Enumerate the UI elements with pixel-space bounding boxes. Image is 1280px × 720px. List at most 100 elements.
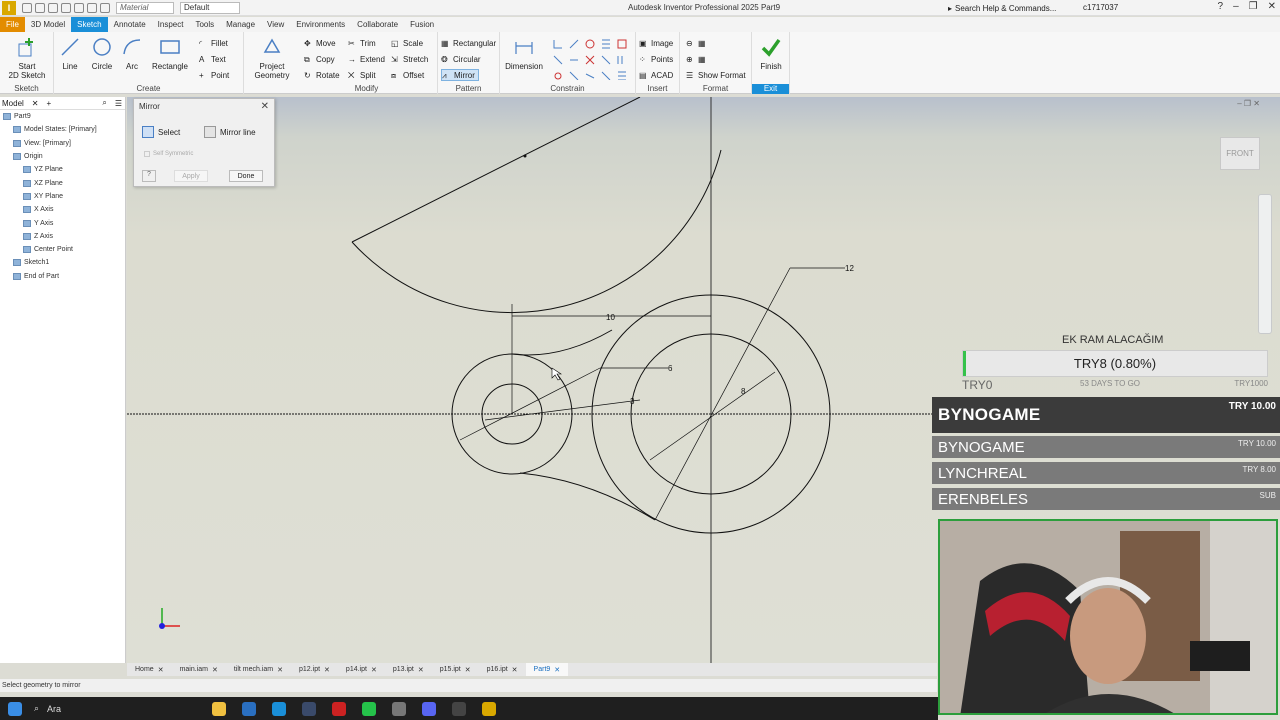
canvas-window-controls[interactable]: – ❐ ✕ [1237, 99, 1260, 108]
tree-item[interactable]: Sketch1 [0, 256, 125, 269]
doc-tab[interactable]: p13.ipt ✕ [385, 663, 432, 676]
obs-icon[interactable] [452, 701, 466, 716]
stretch-button[interactable]: ⇲ Stretch [391, 53, 428, 65]
settings-icon[interactable] [392, 701, 406, 716]
help-button[interactable]: ? [142, 170, 156, 182]
inventor-taskbar-icon[interactable] [482, 701, 496, 716]
tree-item[interactable]: End of Part [0, 270, 125, 283]
point-button[interactable]: + Point [199, 69, 229, 81]
edge-icon[interactable] [272, 701, 286, 716]
project-geometry-button[interactable]: Project Geometry [250, 36, 294, 80]
tree-item[interactable]: Center Point [0, 243, 125, 256]
maximize-icon[interactable]: ❐ [1249, 1, 1258, 12]
finish-sketch-button[interactable]: Finish [752, 36, 790, 71]
image-button[interactable]: ▣ Image [639, 37, 673, 49]
close-panel-icon[interactable]: ✕ [32, 99, 39, 108]
close-tab-icon[interactable]: ✕ [371, 666, 377, 674]
large-arc[interactable] [351, 149, 722, 314]
dim-3-label[interactable]: 3 [630, 397, 635, 406]
tree-item[interactable]: X Axis [0, 203, 125, 216]
tree-item[interactable]: YZ Plane [0, 163, 125, 176]
tab-3d-model[interactable]: 3D Model [25, 17, 71, 32]
close-icon[interactable]: ✕ [1268, 1, 1276, 12]
format-toggle-buttons[interactable]: ⊖ ▦ [686, 37, 707, 49]
close-tab-icon[interactable]: ✕ [212, 666, 218, 674]
upper-link-arc[interactable] [511, 329, 613, 356]
windows-start-icon[interactable] [8, 701, 22, 716]
close-tab-icon[interactable]: ✕ [277, 666, 283, 674]
model-tab[interactable]: Model [2, 99, 24, 108]
scale-button[interactable]: ◱ Scale [391, 37, 423, 49]
dialog-close-icon[interactable]: ✕ [261, 101, 269, 112]
split-button[interactable]: ⨉ Split [348, 69, 376, 81]
move-button[interactable]: ✥ Move [304, 37, 336, 49]
tab-sketch[interactable]: Sketch [71, 17, 108, 32]
doc-tab[interactable]: p12.ipt ✕ [291, 663, 338, 676]
doc-tab[interactable]: Part9 ✕ [525, 663, 569, 676]
redo-icon[interactable] [74, 2, 84, 13]
opera-icon[interactable] [332, 701, 346, 716]
tangent-line[interactable] [351, 97, 641, 243]
acad-button[interactable]: ▤ ACAD [639, 69, 673, 81]
close-tab-icon[interactable]: ✕ [158, 666, 164, 674]
dim-8-label[interactable]: 8 [741, 387, 746, 396]
save-icon[interactable] [48, 2, 58, 13]
select-button[interactable]: Select [142, 126, 180, 138]
close-tab-icon[interactable]: ✕ [512, 666, 518, 674]
text-button[interactable]: A Text [199, 53, 226, 65]
dim-12-label[interactable]: 12 [845, 264, 854, 273]
undo-icon[interactable] [61, 2, 71, 13]
close-tab-icon[interactable]: ✕ [418, 666, 424, 674]
file-explorer-icon[interactable] [212, 701, 226, 716]
doc-tab[interactable]: main.iam ✕ [172, 663, 226, 676]
self-symmetric-checkbox[interactable]: Self Symmetric [144, 151, 193, 157]
tree-item[interactable]: XY Plane [0, 190, 125, 203]
discord-icon[interactable] [422, 701, 436, 716]
tab-annotate[interactable]: Annotate [108, 17, 152, 32]
rectangular-pattern-button[interactable]: ▦ Rectangular [441, 37, 496, 49]
arc-button[interactable]: Arc [112, 36, 152, 71]
done-button[interactable]: Done [229, 170, 263, 182]
search-icon[interactable]: ⌕ [102, 98, 106, 108]
tree-item[interactable]: Z Axis [0, 230, 125, 243]
doc-tab[interactable]: Home ✕ [127, 663, 172, 676]
tree-item[interactable]: View: [Primary] [0, 137, 125, 150]
rotate-button[interactable]: ↻ Rotate [304, 69, 340, 81]
doc-tab[interactable]: p16.ipt ✕ [479, 663, 526, 676]
tree-item[interactable]: Y Axis [0, 216, 125, 229]
offset-button[interactable]: ⧈ Offset [391, 69, 424, 81]
tab-fusion[interactable]: Fusion [404, 17, 440, 32]
lower-link-arc[interactable] [519, 472, 656, 521]
apply-button[interactable]: Apply [174, 170, 208, 182]
close-tab-icon[interactable]: ✕ [554, 666, 560, 674]
dim-10-label[interactable]: 10 [606, 313, 615, 322]
update-icon[interactable] [100, 2, 110, 13]
steam-icon[interactable] [302, 701, 316, 716]
help-search[interactable]: ▸ Search Help & Commands... [948, 2, 1073, 14]
appearance-select[interactable]: Default [180, 1, 240, 14]
open-icon[interactable] [35, 2, 45, 13]
tab-file[interactable]: File [0, 17, 25, 32]
circular-pattern-button[interactable]: ❂ Circular [441, 53, 481, 65]
viewcube[interactable]: FRONT [1220, 137, 1260, 170]
close-tab-icon[interactable]: ✕ [465, 666, 471, 674]
sketch-point[interactable] [523, 154, 527, 158]
fillet-button[interactable]: ◜ Fillet [199, 37, 228, 49]
material-select[interactable]: Material [116, 1, 174, 14]
minimize-icon[interactable]: – [1233, 1, 1239, 12]
tab-collaborate[interactable]: Collaborate [351, 17, 404, 32]
rectangle-button[interactable]: Rectangle [150, 36, 190, 71]
start-2d-sketch-button[interactable]: Start 2D Sketch [6, 36, 48, 80]
tree-item[interactable]: Origin [0, 150, 125, 163]
add-panel-icon[interactable]: + [47, 99, 52, 108]
doc-tab[interactable]: tilt mech.iam ✕ [226, 663, 291, 676]
mirror-button[interactable]: ⩘ Mirror [441, 69, 479, 81]
dimension-button[interactable]: Dimension [504, 36, 544, 71]
new-icon[interactable] [22, 2, 32, 13]
mirror-line-button[interactable]: Mirror line [204, 126, 256, 138]
tab-tools[interactable]: Tools [189, 17, 220, 32]
tree-item[interactable]: Part9 [0, 110, 125, 123]
dim-6-label[interactable]: 6 [668, 364, 673, 373]
user-account[interactable]: c1717037 [1083, 3, 1118, 12]
extend-button[interactable]: → Extend [348, 53, 385, 65]
